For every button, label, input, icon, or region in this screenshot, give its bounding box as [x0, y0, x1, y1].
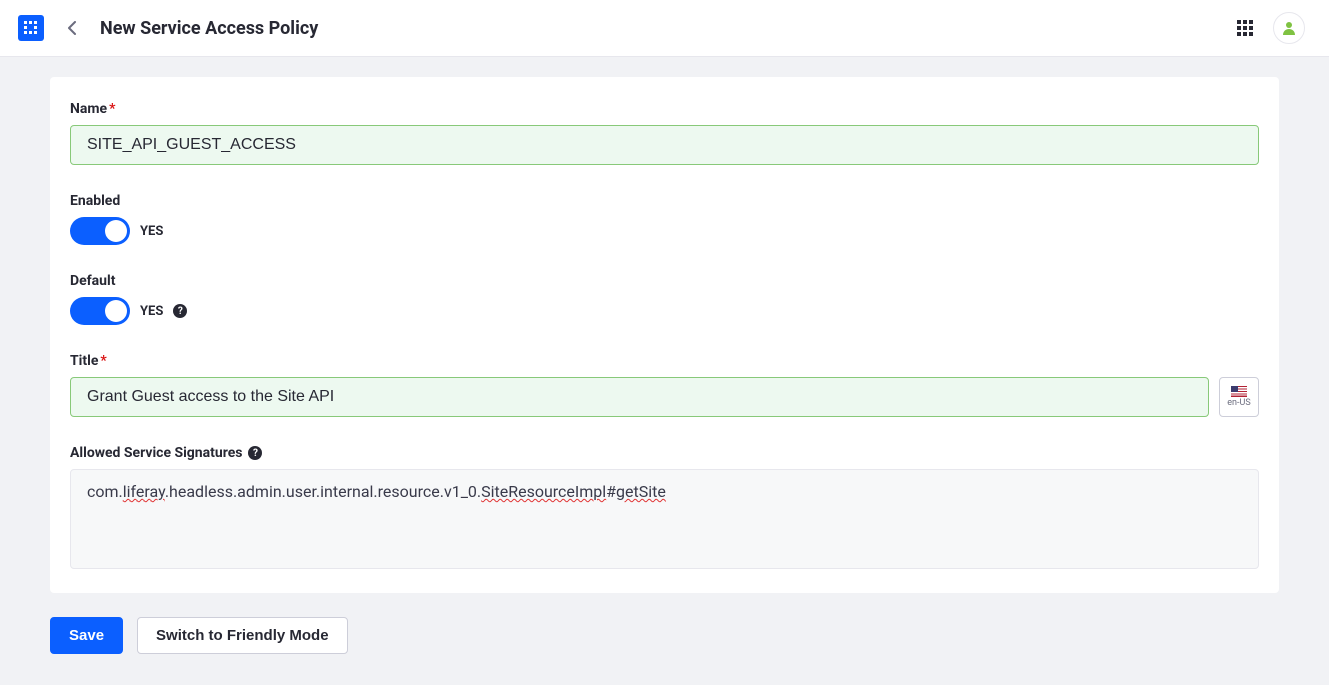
- enabled-toggle-row: YES: [70, 217, 1259, 245]
- enabled-label: Enabled: [70, 193, 1259, 209]
- content-area: Name* Enabled YES Default YES ?: [0, 57, 1329, 685]
- default-toggle-row: YES ?: [70, 297, 1259, 325]
- signature-value: com.liferay.headless.admin.user.internal…: [87, 482, 666, 501]
- signatures-field-group: Allowed Service Signatures ? com.liferay…: [70, 445, 1259, 569]
- name-field-group: Name*: [70, 101, 1259, 165]
- title-label-text: Title: [70, 353, 98, 369]
- title-input[interactable]: [70, 377, 1209, 417]
- switch-mode-button[interactable]: Switch to Friendly Mode: [137, 617, 348, 654]
- help-icon[interactable]: ?: [173, 304, 187, 318]
- apps-grid-icon[interactable]: [1231, 14, 1259, 42]
- title-input-wrap: [70, 377, 1209, 417]
- signatures-label-row: Allowed Service Signatures ?: [70, 445, 1259, 461]
- back-button[interactable]: [60, 16, 84, 40]
- enabled-toggle[interactable]: [70, 217, 130, 245]
- save-button[interactable]: Save: [50, 617, 123, 654]
- title-label: Title*: [70, 353, 1259, 369]
- default-state-label: YES: [140, 304, 163, 319]
- locale-text: en-US: [1227, 398, 1250, 408]
- help-icon[interactable]: ?: [248, 446, 262, 460]
- user-avatar-icon[interactable]: [1273, 12, 1305, 44]
- enabled-field-group: Enabled YES: [70, 193, 1259, 245]
- app-logo-icon[interactable]: [18, 15, 44, 41]
- name-label-text: Name: [70, 101, 107, 117]
- signatures-label: Allowed Service Signatures: [70, 445, 242, 461]
- page-header: New Service Access Policy: [0, 0, 1329, 57]
- locale-selector-button[interactable]: en-US: [1219, 377, 1259, 417]
- action-buttons: Save Switch to Friendly Mode: [50, 617, 1279, 654]
- title-field-group: Title* en-US: [70, 353, 1259, 417]
- page-title: New Service Access Policy: [100, 18, 318, 39]
- header-right-section: [1231, 12, 1305, 44]
- default-field-group: Default YES ?: [70, 273, 1259, 325]
- form-card: Name* Enabled YES Default YES ?: [50, 77, 1279, 593]
- enabled-state-label: YES: [140, 224, 163, 239]
- enabled-toggle-knob: [105, 220, 127, 242]
- default-toggle-knob: [105, 300, 127, 322]
- header-left-section: New Service Access Policy: [18, 15, 318, 41]
- required-indicator: *: [100, 353, 106, 369]
- name-label: Name*: [70, 101, 1259, 117]
- signatures-textarea[interactable]: com.liferay.headless.admin.user.internal…: [70, 469, 1259, 569]
- required-indicator: *: [109, 101, 115, 117]
- us-flag-icon: [1231, 386, 1247, 397]
- default-toggle[interactable]: [70, 297, 130, 325]
- default-label: Default: [70, 273, 1259, 289]
- title-input-row: en-US: [70, 377, 1259, 417]
- name-input[interactable]: [70, 125, 1259, 165]
